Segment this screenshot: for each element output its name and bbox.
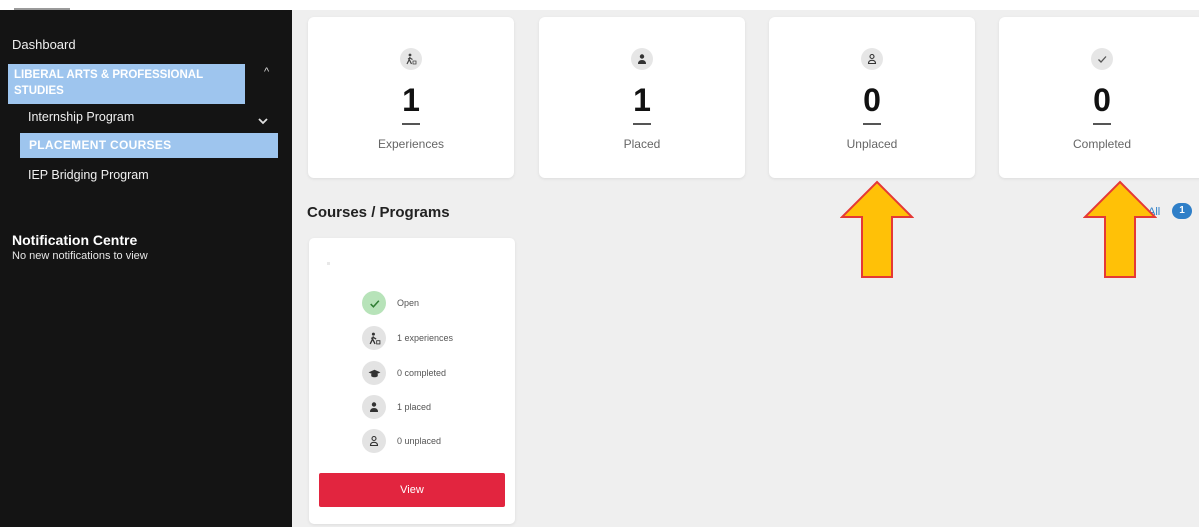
person-icon: [362, 395, 386, 419]
check-icon: [1091, 48, 1113, 70]
stat-label: Experiences: [377, 137, 445, 151]
stat-card-unplaced[interactable]: 0 Unplaced: [769, 17, 975, 178]
notification-centre-text: No new notifications to view: [12, 250, 148, 262]
walking-person-icon: [362, 326, 386, 350]
sidebar-item-placement-courses[interactable]: PLACEMENT COURSES: [20, 133, 278, 158]
stat-value: 1: [402, 82, 420, 118]
person-outline-icon: [861, 48, 883, 70]
notification-centre-title: Notification Centre: [12, 232, 138, 248]
sidebar: Dashboard LIBERAL ARTS & PROFESSIONAL ST…: [0, 10, 292, 527]
stat-divider: [1093, 123, 1111, 125]
sidebar-section-liberal-arts[interactable]: LIBERAL ARTS & PROFESSIONAL STUDIES: [8, 64, 245, 104]
stat-label: Unplaced: [846, 137, 898, 151]
stat-divider: [402, 123, 420, 125]
course-card: Open 1 experiences 0 completed 1 placed …: [309, 238, 515, 524]
check-icon: [362, 291, 386, 315]
sidebar-item-iep-bridging[interactable]: IEP Bridging Program: [28, 168, 149, 182]
course-title-placeholder: [327, 262, 330, 265]
courses-programs-title: Courses / Programs: [307, 204, 450, 221]
top-tab[interactable]: [14, 0, 70, 10]
person-icon: [631, 48, 653, 70]
course-experiences-text: 1 experiences: [397, 333, 454, 343]
chevron-up-icon[interactable]: ^: [264, 66, 269, 78]
list-item: 1 placed: [362, 395, 431, 419]
chevron-down-icon[interactable]: [257, 115, 269, 127]
stat-card-experiences[interactable]: 1 Experiences: [308, 17, 514, 178]
graduation-cap-icon: [362, 361, 386, 385]
stat-divider: [863, 123, 881, 125]
sidebar-item-dashboard[interactable]: Dashboard: [12, 37, 76, 52]
arrow-up-icon: [840, 180, 914, 278]
list-item: 1 experiences: [362, 326, 453, 350]
list-item: 0 completed: [362, 361, 446, 385]
course-status-text: Open: [397, 298, 420, 308]
stat-divider: [633, 123, 651, 125]
course-placed-text: 1 placed: [397, 402, 432, 412]
stat-label: Completed: [1072, 137, 1132, 151]
arrow-up-icon: [1083, 180, 1157, 278]
person-outline-icon: [362, 429, 386, 453]
course-unplaced-text: 0 unplaced: [397, 436, 442, 446]
stat-value: 1: [633, 82, 651, 118]
view-button[interactable]: View: [319, 473, 505, 507]
all-count-badge: 1: [1172, 203, 1192, 219]
course-completed-text: 0 completed: [397, 368, 447, 378]
stat-value: 0: [863, 82, 881, 118]
stat-card-completed[interactable]: 0 Completed: [999, 17, 1199, 178]
sidebar-item-internship-program[interactable]: Internship Program: [28, 110, 134, 124]
list-item: 0 unplaced: [362, 429, 441, 453]
walking-person-icon: [400, 48, 422, 70]
list-item: Open: [362, 291, 419, 315]
stat-value: 0: [1093, 82, 1111, 118]
stat-label: Placed: [623, 137, 661, 151]
stat-card-placed[interactable]: 1 Placed: [539, 17, 745, 178]
top-bar: [0, 0, 1199, 10]
